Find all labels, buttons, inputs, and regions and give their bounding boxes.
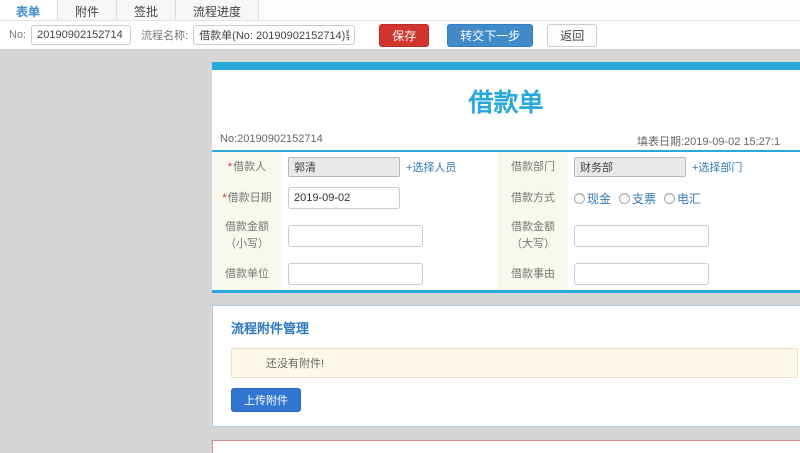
table-row: 借款金额（小写） 借款金额（大写） — [212, 214, 800, 258]
save-button[interactable]: 保存 — [379, 23, 430, 47]
tab-bar: 表单 附件 签批 流程进度 — [0, 0, 800, 21]
attachments-card: 流程附件管理 还没有附件! 上传附件 — [212, 305, 800, 427]
form-table: *借款人 +选择人员 借款部门 +选择部门 *借款日期 — [212, 152, 800, 290]
tab-attachments[interactable]: 附件 — [57, 0, 118, 20]
form-info-row: No:20190902152714 填表日期:2019-09-02 15:27:… — [212, 128, 800, 152]
amount-small-label: 借款金额（小写） — [212, 214, 282, 258]
borrower-input[interactable] — [288, 157, 400, 177]
loan-unit-input[interactable] — [288, 263, 423, 285]
tab-approval[interactable]: 签批 — [116, 0, 177, 20]
form-bottom-border — [212, 290, 800, 293]
command-toolbar: No: 流程名称: 保存 转交下一步 返回 — [0, 21, 800, 50]
upload-attachment-button[interactable]: 上传附件 — [231, 388, 301, 412]
loan-method-label: 借款方式 — [498, 182, 568, 214]
form-title: 借款单 — [468, 89, 544, 117]
tab-form[interactable]: 表单 — [0, 0, 59, 20]
form-date: 填表日期:2019-09-02 15:27:1 — [637, 136, 781, 148]
radio-icon[interactable] — [574, 192, 585, 204]
loan-reason-input[interactable] — [574, 263, 709, 285]
radio-check[interactable]: 支票 — [619, 190, 656, 207]
loan-date-label: *借款日期 — [212, 182, 282, 214]
table-row: 借款单位 借款事由 — [212, 258, 800, 290]
attachments-heading: 流程附件管理 — [231, 321, 310, 336]
loan-reason-label: 借款事由 — [498, 258, 568, 290]
no-label: No: — [9, 29, 27, 41]
amount-big-input[interactable] — [574, 225, 709, 247]
table-row: *借款日期 借款方式 现金 — [212, 182, 800, 214]
no-input[interactable] — [31, 25, 132, 45]
radio-icon[interactable] — [619, 192, 631, 204]
form-no: No:20190902152714 — [220, 133, 323, 145]
amount-big-label: 借款金额（大写） — [498, 214, 568, 258]
next-step-button[interactable]: 转交下一步 — [447, 23, 534, 47]
no-attachments-alert: 还没有附件! — [231, 348, 798, 378]
approval-card: 流程签批意见 B I abc ⚑ — [212, 440, 800, 453]
loan-method-radio-group: 现金 支票 电汇 — [574, 190, 800, 207]
radio-cash[interactable]: 现金 — [574, 190, 611, 207]
loan-unit-label: 借款单位 — [212, 258, 282, 290]
tab-progress[interactable]: 流程进度 — [175, 0, 260, 20]
radio-icon[interactable] — [664, 192, 676, 204]
radio-wire[interactable]: 电汇 — [664, 190, 701, 207]
main-panel: 借款单 No:20190902152714 填表日期:2019-09-02 15… — [212, 62, 800, 453]
loan-date-input[interactable] — [288, 187, 400, 209]
back-button[interactable]: 返回 — [547, 23, 598, 47]
required-mark: * — [227, 160, 233, 173]
amount-small-input[interactable] — [288, 225, 423, 247]
header: 表单 附件 签批 流程进度 No: 流程名称: 保存 转交下一步 返回 — [0, 0, 800, 50]
required-mark: * — [222, 191, 227, 204]
table-row: *借款人 +选择人员 借款部门 +选择部门 — [212, 152, 800, 182]
page: 表单 附件 签批 流程进度 No: 流程名称: 保存 转交下一步 返回 借款单 … — [0, 0, 800, 453]
select-person-link[interactable]: +选择人员 — [406, 162, 456, 174]
loan-form-card: 借款单 No:20190902152714 填表日期:2019-09-02 15… — [212, 62, 800, 293]
department-label: 借款部门 — [498, 152, 568, 182]
department-input[interactable] — [574, 157, 686, 177]
process-name-label: 流程名称: — [141, 30, 189, 42]
borrower-label: *借款人 — [212, 152, 282, 182]
process-name-input[interactable] — [193, 25, 356, 45]
select-department-link[interactable]: +选择部门 — [692, 162, 742, 174]
